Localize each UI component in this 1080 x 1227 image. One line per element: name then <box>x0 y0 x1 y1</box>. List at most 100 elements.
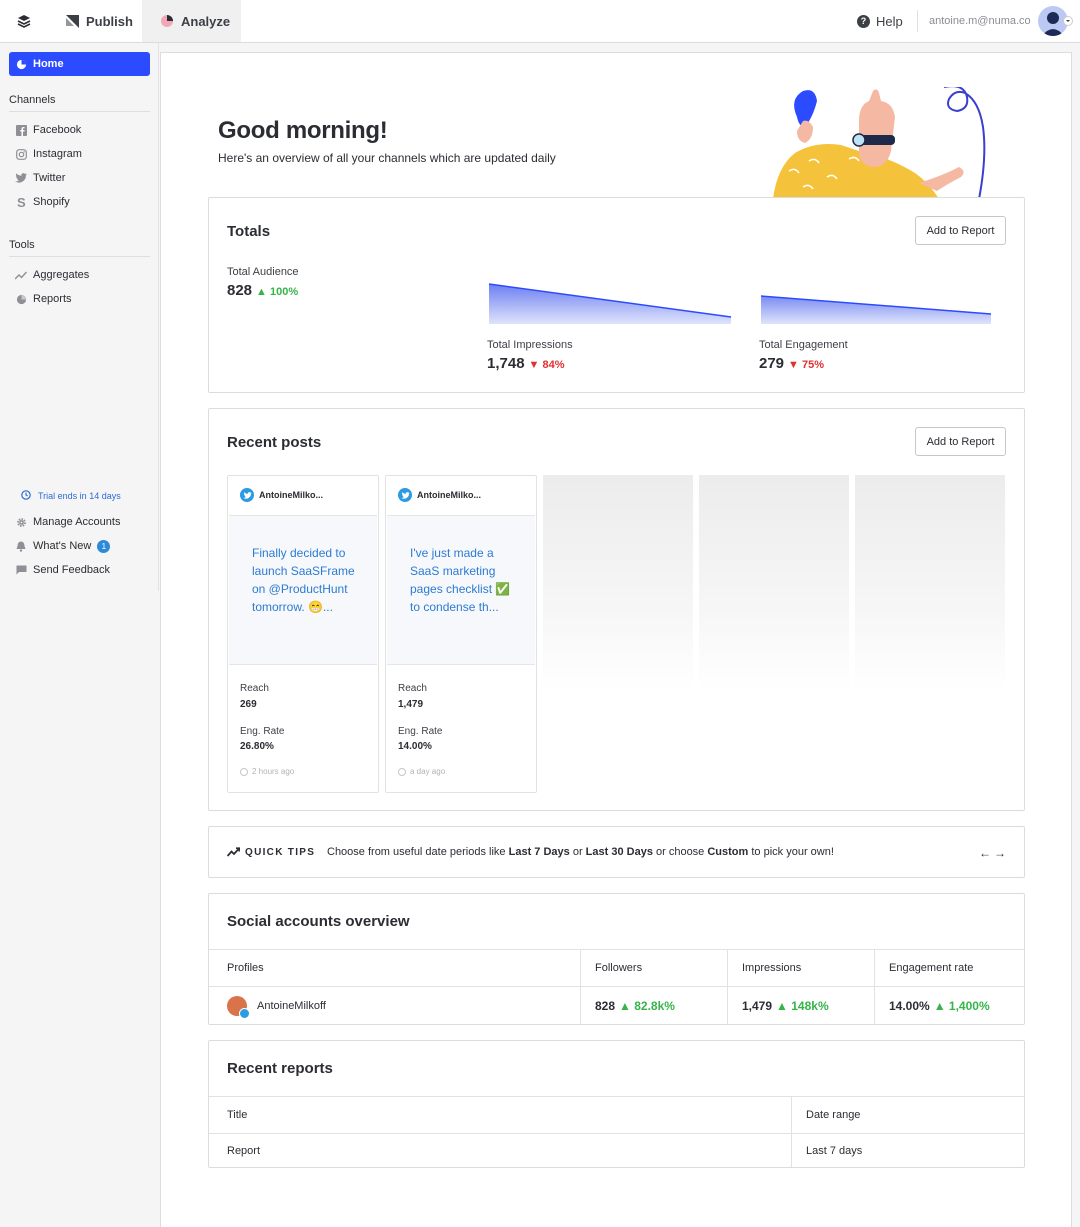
column-header[interactable]: Followers <box>581 950 728 986</box>
impressions-sparkline <box>488 283 732 324</box>
column-header[interactable]: Engagement rate <box>875 950 1024 986</box>
engagement-value: 14.00% <box>889 998 930 1013</box>
twitter-icon <box>239 1007 250 1019</box>
quick-tips-card: QUICK TIPS Choose from useful date perio… <box>208 826 1025 878</box>
reach-label: Reach <box>398 683 427 694</box>
prev-tip-arrow-icon[interactable]: ← <box>979 846 991 860</box>
notification-badge: 1 <box>97 539 111 553</box>
sidebar-item-label: Facebook <box>33 124 82 136</box>
twitter-icon <box>240 488 254 502</box>
table-header-row: Profiles Followers Impressions Engagemen… <box>209 949 1024 986</box>
help-link[interactable]: ? Help <box>857 0 903 42</box>
total-engagement-value: 279 <box>759 355 785 372</box>
sidebar-item-label: Home <box>33 58 64 70</box>
trend-icon <box>15 269 27 281</box>
sidebar-item-manage-accounts[interactable]: Manage Accounts <box>15 514 120 530</box>
tip-text: to pick your own! <box>748 846 834 858</box>
top-bar: Publish Analyze ? Help antoine.m@numa.co <box>0 0 1080 43</box>
sidebar-item-label: Send Feedback <box>33 564 111 576</box>
trial-notice[interactable]: Trial ends in 14 days <box>21 490 121 502</box>
sidebar-item-label: Shopify <box>33 196 70 208</box>
social-overview-card: Social accounts overview Profiles Follow… <box>208 893 1025 1025</box>
impressions-change: ▲ 148k% <box>776 998 829 1013</box>
avatar <box>227 995 250 1019</box>
post-card[interactable]: AntoineMilko... Finally decided to launc… <box>227 475 379 793</box>
nav-publish[interactable]: Publish <box>66 0 133 42</box>
totals-card: Totals Add to Report Total Audience 828 ▲… <box>208 197 1025 393</box>
total-engagement-metric: 279 ▼ 75% <box>759 355 824 372</box>
sidebar-item-label: Manage Accounts <box>33 516 121 528</box>
report-title-cell: Report <box>209 1134 792 1167</box>
sidebar-item-facebook[interactable]: Facebook <box>15 122 81 138</box>
sidebar-item-label: Twitter <box>33 172 66 184</box>
trend-icon <box>227 847 240 857</box>
nav-analyze-label: Analyze <box>181 13 231 29</box>
user-email: antoine.m@numa.co <box>929 15 1031 27</box>
table-row[interactable]: AntoineMilkoff 828 ▲ 82.8k% 1,479 ▲ 148k% … <box>209 986 1024 1024</box>
sidebar-item-label: Reports <box>33 293 72 305</box>
total-impressions-metric: 1,748 ▼ 84% <box>487 355 565 372</box>
reach-value: 1,479 <box>398 699 424 710</box>
sidebar-item-twitter[interactable]: Twitter <box>15 170 65 186</box>
clock-icon <box>240 767 248 776</box>
engagement-cell: 14.00% ▲ 1,400% <box>875 987 1024 1024</box>
post-author-name: AntoineMilko... <box>417 490 481 500</box>
total-engagement-label: Total Engagement <box>759 339 848 351</box>
table-row[interactable]: Report Last 7 days <box>209 1133 1024 1167</box>
post-text[interactable]: I've just made a SaaS marketing pages ch… <box>387 515 535 665</box>
total-engagement-change: ▼ 75% <box>788 359 824 371</box>
clock-icon <box>21 490 31 502</box>
column-header[interactable]: Impressions <box>728 950 875 986</box>
post-placeholder <box>855 475 1005 693</box>
bell-icon <box>15 540 27 552</box>
divider <box>9 256 150 257</box>
followers-value: 828 <box>595 998 616 1013</box>
page-title: Good morning! <box>218 117 388 144</box>
main-content: Good morning! Here's an overview of all … <box>160 52 1072 1227</box>
pie-chart-icon <box>161 15 173 27</box>
nav-analyze[interactable]: Analyze <box>142 0 241 42</box>
post-text[interactable]: Finally decided to launch SaaSFrame on @… <box>229 515 377 665</box>
sidebar-item-instagram[interactable]: Instagram <box>15 146 82 162</box>
channels-heading: Channels <box>9 94 56 106</box>
total-audience-change: ▲ 100% <box>256 286 299 298</box>
add-to-report-button[interactable]: Add to Report <box>915 216 1006 245</box>
shopify-icon: S <box>15 196 27 208</box>
sidebar-item-home[interactable]: Home <box>9 52 150 76</box>
column-header[interactable]: Profiles <box>209 950 581 986</box>
eng-rate-label: Eng. Rate <box>398 726 443 737</box>
column-header[interactable]: Title <box>209 1097 792 1133</box>
help-label: Help <box>876 13 903 29</box>
column-header[interactable]: Date range <box>792 1097 1024 1133</box>
divider <box>9 111 150 112</box>
recent-posts-card: Recent posts Add to Report AntoineMilko.… <box>208 408 1025 811</box>
post-author-name: AntoineMilko... <box>259 490 323 500</box>
next-tip-arrow-icon[interactable]: → <box>994 846 1006 860</box>
total-impressions-value: 1,748 <box>487 355 525 372</box>
social-overview-title: Social accounts overview <box>227 913 410 930</box>
waving-person-illustration <box>773 87 986 199</box>
tip-highlight: Last 7 Days <box>508 846 570 858</box>
eng-rate-value: 26.80% <box>240 741 274 752</box>
engagement-change: ▲ 1,400% <box>933 998 990 1013</box>
sidebar-item-reports[interactable]: Reports <box>15 291 72 307</box>
nav-publish-label: Publish <box>86 13 133 29</box>
tip-text: or choose <box>652 846 708 858</box>
tip-text: or <box>569 846 586 858</box>
post-card[interactable]: AntoineMilko... I've just made a SaaS ma… <box>385 475 537 793</box>
user-menu[interactable] <box>1038 6 1073 36</box>
impressions-value: 1,479 <box>742 998 773 1013</box>
twitter-icon <box>15 172 27 184</box>
svg-text:S: S <box>17 196 26 208</box>
post-time-text: 2 hours ago <box>252 767 295 776</box>
sidebar-item-label: Aggregates <box>33 269 90 281</box>
publish-icon <box>66 14 79 28</box>
layers-logo-icon[interactable] <box>14 12 34 32</box>
sidebar-item-shopify[interactable]: S Shopify <box>15 194 70 210</box>
sidebar-item-whats-new[interactable]: What's New 1 <box>15 538 111 554</box>
followers-cell: 828 ▲ 82.8k% <box>581 987 728 1024</box>
add-to-report-button[interactable]: Add to Report <box>915 427 1006 456</box>
sidebar-item-aggregates[interactable]: Aggregates <box>15 267 89 283</box>
sidebar-item-send-feedback[interactable]: Send Feedback <box>15 562 110 578</box>
total-audience-metric: 828 ▲ 100% <box>227 282 298 299</box>
